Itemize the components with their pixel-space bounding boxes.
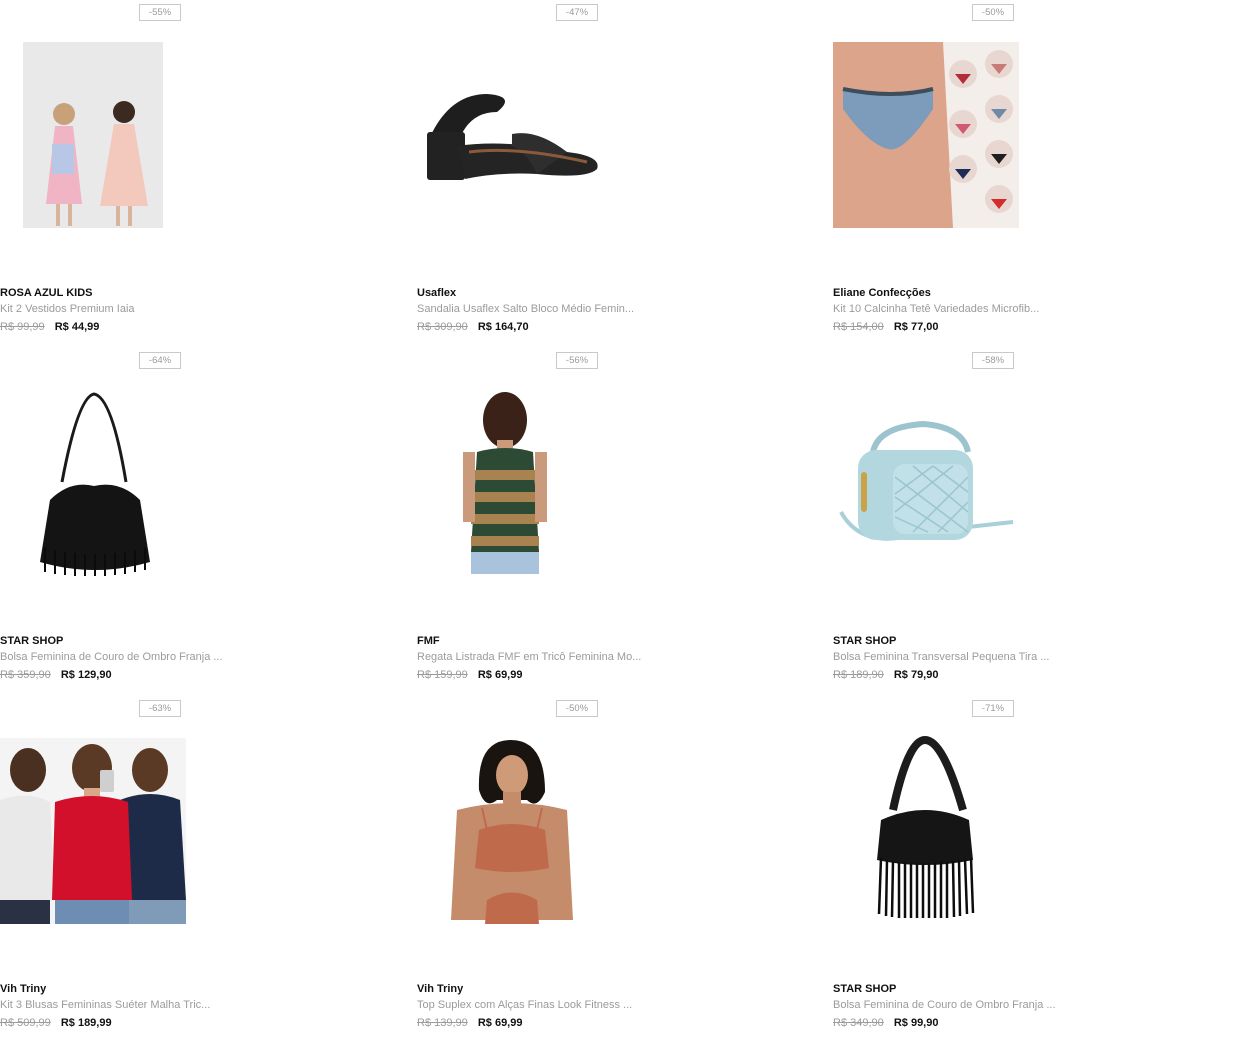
product-image[interactable] [0,382,200,582]
product-brand: ROSA AZUL KIDS [0,287,93,299]
product-card[interactable]: -71% STAR SHOP Bolsa Feminina de Couro d… [833,696,1233,1036]
product-prices: R$ 99,99 R$ 44,99 [0,321,99,333]
product-image[interactable] [0,730,200,930]
product-card[interactable]: -55% ROSA AZUL KIDS Kit 2 Vestidos Premi… [0,0,400,340]
product-brand: FMF [417,635,440,647]
product-image[interactable] [417,382,617,582]
product-brand: Vih Triny [0,983,47,995]
product-title[interactable]: Kit 10 Calcinha Tetê Variedades Microfib… [833,303,1039,315]
product-image[interactable] [0,34,200,234]
current-price: R$ 69,99 [477,1017,523,1029]
current-price: R$ 164,70 [477,321,529,333]
product-title[interactable]: Bolsa Feminina de Couro de Ombro Franja … [833,999,1056,1011]
product-prices: R$ 309,90 R$ 164,70 [417,321,529,333]
product-prices: R$ 359,90 R$ 129,90 [0,669,112,681]
product-prices: R$ 509,99 R$ 189,99 [0,1017,112,1029]
product-card[interactable]: -47% Usaflex Sandalia Usaflex Salto Bloc… [417,0,817,340]
product-image[interactable] [417,34,617,234]
discount-badge: -63% [139,700,181,717]
product-prices: R$ 139,99 R$ 69,99 [417,1017,522,1029]
product-title[interactable]: Bolsa Feminina de Couro de Ombro Franja … [0,651,223,663]
product-title[interactable]: Kit 2 Vestidos Premium Iaia [0,303,135,315]
product-title[interactable]: Sandalia Usaflex Salto Bloco Médio Femin… [417,303,634,315]
product-image[interactable] [417,730,617,930]
discount-badge: -64% [139,352,181,369]
old-price: R$ 99,99 [0,321,45,333]
discount-badge: -55% [139,4,181,21]
product-image[interactable] [833,730,1033,930]
product-prices: R$ 349,90 R$ 99,90 [833,1017,938,1029]
product-brand: Eliane Confecções [833,287,931,299]
product-card[interactable]: -58% STAR SHOP Bolsa Feminina Transversa… [833,348,1233,688]
discount-badge: -50% [972,4,1014,21]
current-price: R$ 44,99 [54,321,100,333]
current-price: R$ 129,90 [60,669,112,681]
product-title[interactable]: Regata Listrada FMF em Tricô Feminina Mo… [417,651,641,663]
discount-badge: -58% [972,352,1014,369]
product-grid: -55% ROSA AZUL KIDS Kit 2 Vestidos Premi… [0,0,1250,1043]
old-price: R$ 509,99 [0,1017,51,1029]
old-price: R$ 359,90 [0,669,51,681]
product-title[interactable]: Bolsa Feminina Transversal Pequena Tira … [833,651,1049,663]
discount-badge: -47% [556,4,598,21]
product-image[interactable] [833,34,1033,234]
old-price: R$ 189,90 [833,669,884,681]
old-price: R$ 154,00 [833,321,884,333]
discount-badge: -56% [556,352,598,369]
current-price: R$ 189,99 [60,1017,112,1029]
old-price: R$ 139,99 [417,1017,468,1029]
product-card[interactable]: -56% FMF Regata Listrada FMF em Tricô Fe… [417,348,817,688]
product-brand: STAR SHOP [0,635,64,647]
old-price: R$ 159,99 [417,669,468,681]
discount-badge: -50% [556,700,598,717]
old-price: R$ 349,90 [833,1017,884,1029]
product-prices: R$ 189,90 R$ 79,90 [833,669,938,681]
product-brand: STAR SHOP [833,635,897,647]
product-brand: STAR SHOP [833,983,897,995]
product-prices: R$ 159,99 R$ 69,99 [417,669,522,681]
old-price: R$ 309,90 [417,321,468,333]
product-card[interactable]: -50% Eliane Confecções Kit 10 Calcinha T… [833,0,1233,340]
product-image[interactable] [833,382,1033,582]
product-card[interactable]: -63% Vih Triny Kit 3 Blusas Femininas Su… [0,696,400,1036]
current-price: R$ 69,99 [477,669,523,681]
product-brand: Usaflex [417,287,457,299]
product-title[interactable]: Top Suplex com Alças Finas Look Fitness … [417,999,632,1011]
product-title[interactable]: Kit 3 Blusas Femininas Suéter Malha Tric… [0,999,210,1011]
discount-badge: -71% [972,700,1014,717]
product-card[interactable]: -50% Vih Triny Top Suplex com Alças Fina… [417,696,817,1036]
current-price: R$ 77,00 [893,321,939,333]
product-brand: Vih Triny [417,983,464,995]
current-price: R$ 79,90 [893,669,939,681]
current-price: R$ 99,90 [893,1017,939,1029]
product-card[interactable]: -64% STAR SHOP Bolsa Feminina de Couro d… [0,348,400,688]
product-prices: R$ 154,00 R$ 77,00 [833,321,938,333]
